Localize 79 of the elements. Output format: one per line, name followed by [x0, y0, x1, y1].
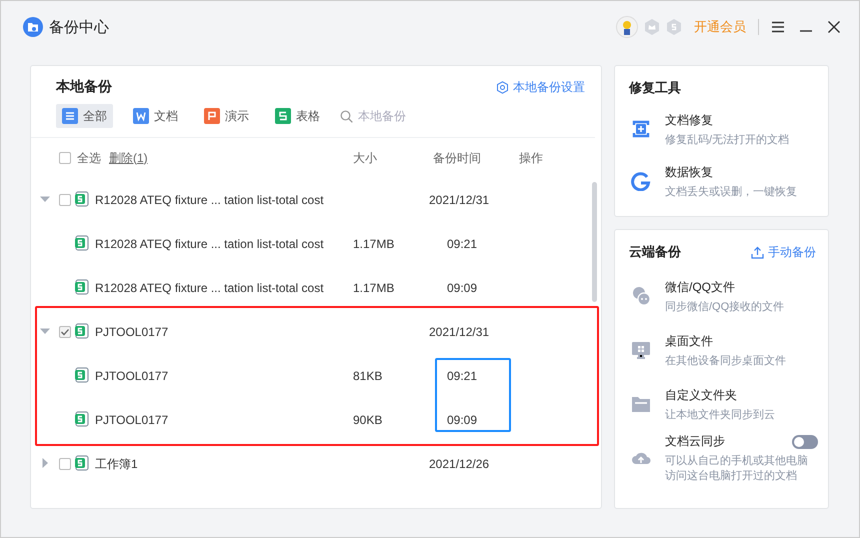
- item-title: 自定义文件夹: [665, 386, 738, 404]
- file-name: 工作簿1: [94, 456, 139, 472]
- file-name: PJTOOL0177: [94, 413, 170, 427]
- monitor-icon: [631, 340, 651, 360]
- file-name: R12028 ATEQ fixture ... tation list-total cost: [94, 281, 325, 295]
- folder-cloud-logo-icon: [23, 17, 43, 37]
- file-size: 1.17MB: [352, 281, 396, 295]
- checkbox[interactable]: [59, 326, 71, 338]
- sheet-file-icon: [75, 322, 89, 338]
- sheet-file-icon: [75, 366, 89, 382]
- item-title: 微信/QQ文件: [665, 278, 736, 296]
- item-description: 可以从自己的手机或其他电脑访问这台电脑打开过的文档: [665, 454, 809, 483]
- backup-time: 09:21: [446, 237, 478, 251]
- backup-time: 09:21: [446, 369, 478, 383]
- expand-caret-icon[interactable]: [40, 458, 50, 468]
- upload-icon: [751, 246, 764, 258]
- filter-tab[interactable]: 全部: [56, 104, 113, 128]
- toggle-switch[interactable]: [792, 434, 818, 448]
- sheet-file-icon: [75, 410, 89, 426]
- close-icon[interactable]: [827, 20, 841, 34]
- file-size: 81KB: [352, 369, 384, 383]
- filter-tab[interactable]: 文档: [127, 104, 184, 128]
- column-header: 操作: [518, 150, 543, 166]
- settings-link[interactable]: 本地备份设置: [496, 78, 585, 96]
- item-description: 让本地文件夹同步到云: [665, 408, 776, 422]
- filter-tab[interactable]: 表格: [269, 104, 326, 128]
- backup-time: 09:09: [446, 281, 478, 295]
- backup-time: 09:09: [446, 413, 478, 427]
- file-size: 90KB: [352, 413, 384, 427]
- search-icon: [340, 110, 353, 122]
- backup-date: 2021/12/31: [429, 325, 490, 339]
- column-header: 大小: [352, 150, 377, 166]
- file-name: R12028 ATEQ fixture ... tation list-total cost: [94, 193, 325, 207]
- gear-icon: [496, 80, 509, 94]
- avatar-icon: [616, 16, 638, 38]
- backup-date: 2021/12/31: [429, 193, 490, 207]
- item-description: 文档丢失或误删，一键恢复: [665, 184, 798, 198]
- item-title: 数据恢复: [665, 164, 714, 180]
- item-description: 同步微信/QQ接收的文件: [665, 300, 786, 314]
- item-description: 在其他设备同步桌面文件: [665, 354, 787, 368]
- menu-icon[interactable]: [771, 21, 785, 33]
- slides-icon: [204, 108, 220, 124]
- file-name: R12028 ATEQ fixture ... tation list-total cost: [94, 237, 325, 251]
- item-title: 桌面文件: [665, 332, 714, 350]
- checkbox[interactable]: [59, 458, 71, 470]
- sheet-file-icon: [75, 190, 89, 206]
- crown-badge-icon: [644, 19, 660, 35]
- chat-bubble-icon: [631, 286, 651, 306]
- checkmark-icon: [60, 327, 70, 337]
- list-icon: [62, 108, 78, 124]
- delete-link[interactable]: 删除(1): [109, 150, 148, 166]
- file-size: 1.17MB: [352, 237, 396, 251]
- manual-backup-button[interactable]: 手动备份: [751, 244, 816, 260]
- coin-badge-icon: [666, 19, 682, 35]
- sheet-file-icon: [75, 278, 89, 294]
- column-header: 备份时间: [432, 150, 481, 166]
- spreadsheet-icon: [275, 108, 291, 124]
- checkbox[interactable]: [59, 194, 71, 206]
- item-title: 文档修复: [665, 112, 714, 128]
- filter-tab[interactable]: 演示: [198, 104, 255, 128]
- collapse-caret-icon[interactable]: [40, 326, 50, 336]
- window-title: 备份中心: [49, 18, 109, 36]
- sheet-file-icon: [75, 234, 89, 250]
- file-name: PJTOOL0177: [94, 325, 170, 339]
- backup-date: 2021/12/26: [429, 457, 490, 471]
- folder-icon: [631, 394, 651, 414]
- repair-icon: [631, 119, 651, 139]
- select-all-label: 全选: [77, 150, 101, 166]
- item-description: 修复乱码/无法打开的文档: [665, 132, 790, 146]
- collapse-caret-icon[interactable]: [40, 194, 50, 204]
- checkbox[interactable]: [59, 152, 71, 164]
- scrollbar[interactable]: [592, 182, 597, 302]
- document-icon: [133, 108, 149, 124]
- item-title: 文档云同步: [665, 433, 725, 450]
- section-title: 本地备份: [56, 78, 112, 96]
- card-title: 修复工具: [629, 79, 681, 97]
- card-title: 云端备份: [629, 243, 681, 261]
- sheet-file-icon: [75, 454, 89, 470]
- file-name: PJTOOL0177: [94, 369, 170, 383]
